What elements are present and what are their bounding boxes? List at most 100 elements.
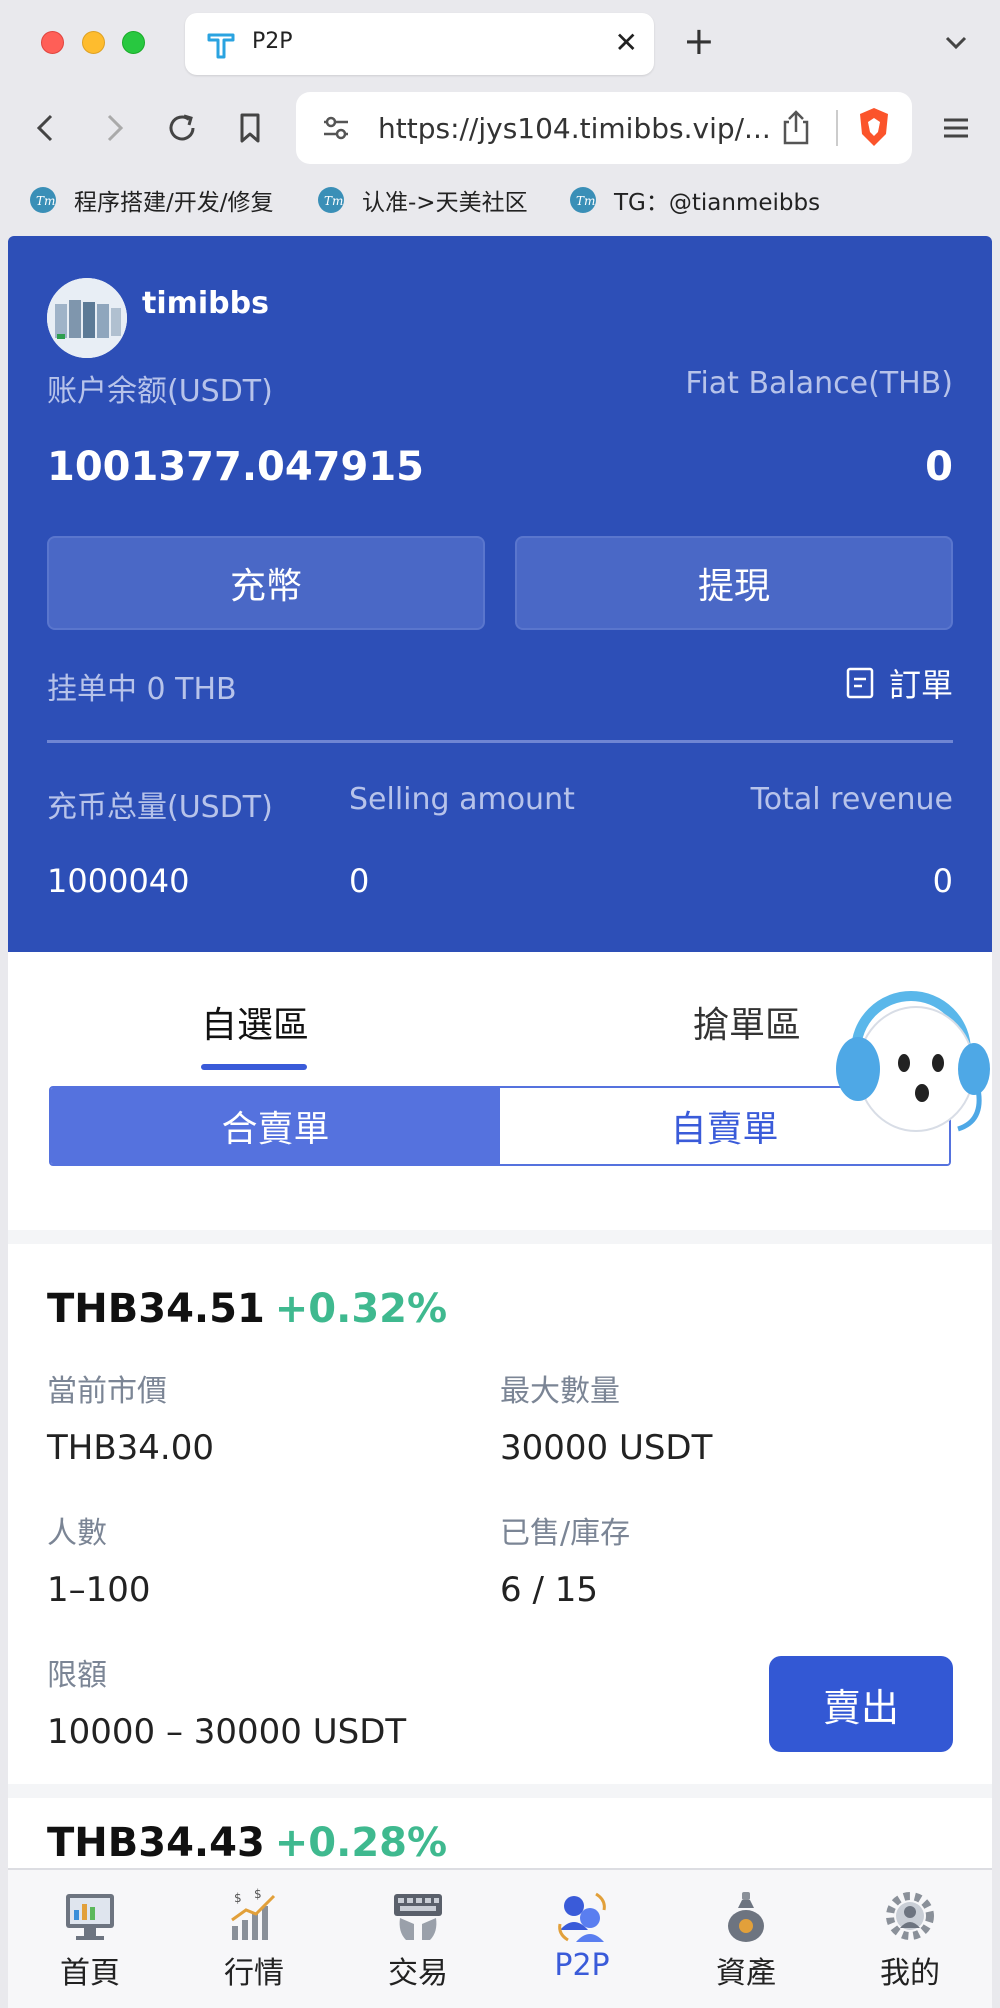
tab-close-icon[interactable]: ✕ — [615, 27, 638, 59]
divider — [47, 740, 953, 743]
listing-card: THB34.51 +0.32% 當前市價 THB34.00 最大數量 30000 … — [8, 1244, 992, 1784]
stat-value-total-deposit: 1000040 — [47, 862, 190, 900]
market-chart-icon: $ $ — [231, 1887, 276, 1940]
brave-shield-icon[interactable] — [856, 106, 892, 148]
bookmark-label: TG：@tianmeibbs — [614, 190, 821, 216]
new-tab-icon[interactable]: + — [683, 20, 715, 62]
tab-self-select[interactable]: 自選區 — [201, 996, 309, 1048]
reload-icon[interactable] — [162, 108, 202, 148]
page-viewport: timibbs 账户余额(USDT) Fiat Balance(THB) 100… — [8, 236, 992, 2008]
nav-label: 行情 — [224, 1956, 284, 1991]
share-icon[interactable] — [778, 108, 814, 148]
nav-label: 首頁 — [60, 1956, 120, 1991]
bookmark-label: 认准->天美社区 — [362, 190, 528, 216]
tm-logo-icon: Tm — [318, 187, 344, 213]
nav-item-market[interactable]: $ $ 行情 — [172, 1870, 336, 2008]
listing-price-change: +0.32% — [274, 1286, 448, 1332]
sold-stock-value: 6 / 15 — [500, 1570, 598, 1610]
svg-text:Tm: Tm — [324, 194, 343, 208]
balance-value: 1001377.047915 — [47, 444, 425, 490]
bookmark-label: 程序搭建/开发/修复 — [74, 190, 274, 216]
bottom-navigation: 首頁 $ $ 行情 交易 P2P 資產 我的 — [8, 1868, 992, 2008]
stat-value-total-revenue: 0 — [932, 862, 953, 900]
nav-label: 資產 — [716, 1956, 776, 1991]
balance-label: 账户余额(USDT) — [47, 374, 273, 409]
bookmark-item[interactable]: Tm 程序搭建/开发/修复 — [28, 182, 274, 218]
avatar-image-icon — [47, 278, 127, 358]
account-panel: timibbs 账户余额(USDT) Fiat Balance(THB) 100… — [8, 236, 992, 952]
forward-icon[interactable] — [94, 108, 134, 148]
max-qty-value: 30000 USDT — [500, 1428, 713, 1468]
nav-item-home[interactable]: 首頁 — [8, 1870, 172, 2008]
listing-price-change: +0.28% — [274, 1820, 448, 1866]
people-value: 1–100 — [47, 1570, 151, 1610]
tab-grab-order[interactable]: 搶單區 — [693, 996, 801, 1048]
svg-text:$: $ — [234, 1891, 242, 1905]
home-dashboard-icon — [66, 1894, 114, 1940]
nav-label: 我的 — [880, 1956, 940, 1991]
back-icon[interactable] — [26, 108, 66, 148]
address-bar[interactable]: https://jys104.timibbs.vip/... — [296, 92, 912, 164]
assets-moneybag-icon — [728, 1892, 764, 1942]
avatar[interactable] — [47, 278, 127, 358]
orders-label: 訂單 — [888, 666, 953, 704]
limit-label: 限額 — [47, 1658, 107, 1693]
url-divider — [836, 110, 838, 146]
order-type-toggle: 合賣單 自賣單 — [49, 1086, 951, 1166]
username: timibbs — [142, 286, 269, 321]
window-close-button[interactable] — [41, 31, 64, 54]
sell-button[interactable]: 賣出 — [769, 1656, 953, 1752]
listing-price-line: THB34.51 +0.32% — [47, 1286, 447, 1332]
fiat-balance-label: Fiat Balance(THB) — [685, 366, 953, 401]
pending-orders-text: 挂单中 0 THB — [47, 672, 237, 707]
profile-gear-icon — [886, 1892, 934, 1940]
listing-price: THB34.43 — [47, 1820, 265, 1866]
nav-item-trade[interactable]: 交易 — [336, 1870, 500, 2008]
deposit-button[interactable]: 充幣 — [47, 536, 485, 630]
svg-text:Tm: Tm — [36, 194, 55, 208]
tm-logo-icon: Tm — [570, 187, 596, 213]
bookmarks-bar: Tm 程序搭建/开发/修复 Tm 认准->天美社区 Tm TG：@tianmei… — [0, 176, 1000, 226]
active-tab-underline — [201, 1064, 307, 1070]
url-text: https://jys104.timibbs.vip/... — [378, 112, 771, 145]
site-settings-icon[interactable] — [318, 110, 354, 146]
site-favicon-icon — [207, 33, 235, 59]
limit-value: 10000 – 30000 USDT — [47, 1712, 407, 1752]
tm-logo-icon: Tm — [30, 187, 56, 213]
orders-document-icon — [846, 667, 874, 699]
fiat-balance-value: 0 — [925, 444, 953, 490]
tab-list-chevron-icon[interactable] — [942, 28, 970, 56]
customer-support-icon[interactable] — [826, 981, 992, 1141]
listing-price-line: THB34.43 +0.28% — [47, 1820, 447, 1866]
people-label: 人數 — [47, 1516, 107, 1551]
stat-value-selling-amount: 0 — [349, 862, 370, 900]
bookmark-icon[interactable] — [230, 108, 270, 148]
svg-text:Tm: Tm — [576, 194, 595, 208]
menu-icon[interactable] — [936, 108, 976, 148]
withdraw-button[interactable]: 提現 — [515, 536, 953, 630]
market-price-value: THB34.00 — [47, 1428, 214, 1468]
browser-toolbar: https://jys104.timibbs.vip/... — [0, 84, 1000, 176]
market-price-label: 當前市價 — [47, 1374, 167, 1409]
browser-tab-active[interactable]: P2P ✕ — [185, 13, 654, 75]
nav-item-assets[interactable]: 資產 — [664, 1870, 828, 2008]
stat-label-total-revenue: Total revenue — [750, 782, 953, 817]
bookmark-item[interactable]: Tm TG：@tianmeibbs — [568, 182, 820, 218]
toggle-joint-sell[interactable]: 合賣單 — [51, 1088, 500, 1164]
nav-label: P2P — [554, 1948, 610, 1983]
nav-item-profile[interactable]: 我的 — [828, 1870, 992, 2008]
svg-text:$: $ — [254, 1887, 262, 1901]
nav-item-p2p[interactable]: P2P — [500, 1870, 664, 2008]
stat-label-selling-amount: Selling amount — [349, 782, 575, 817]
orders-link[interactable]: 訂單 — [845, 660, 953, 706]
stat-label-total-deposit: 充币总量(USDT) — [47, 790, 273, 825]
tab-title: P2P — [252, 29, 293, 54]
sold-stock-label: 已售/庫存 — [500, 1516, 631, 1551]
window-minimize-button[interactable] — [82, 31, 105, 54]
bookmark-item[interactable]: Tm 认准->天美社区 — [316, 182, 528, 218]
window-zoom-button[interactable] — [122, 31, 145, 54]
listing-price: THB34.51 — [47, 1286, 265, 1332]
p2p-users-icon — [558, 1892, 606, 1942]
browser-tab-bar: P2P ✕ + — [0, 0, 1000, 84]
trade-keyboard-icon — [394, 1894, 442, 1940]
